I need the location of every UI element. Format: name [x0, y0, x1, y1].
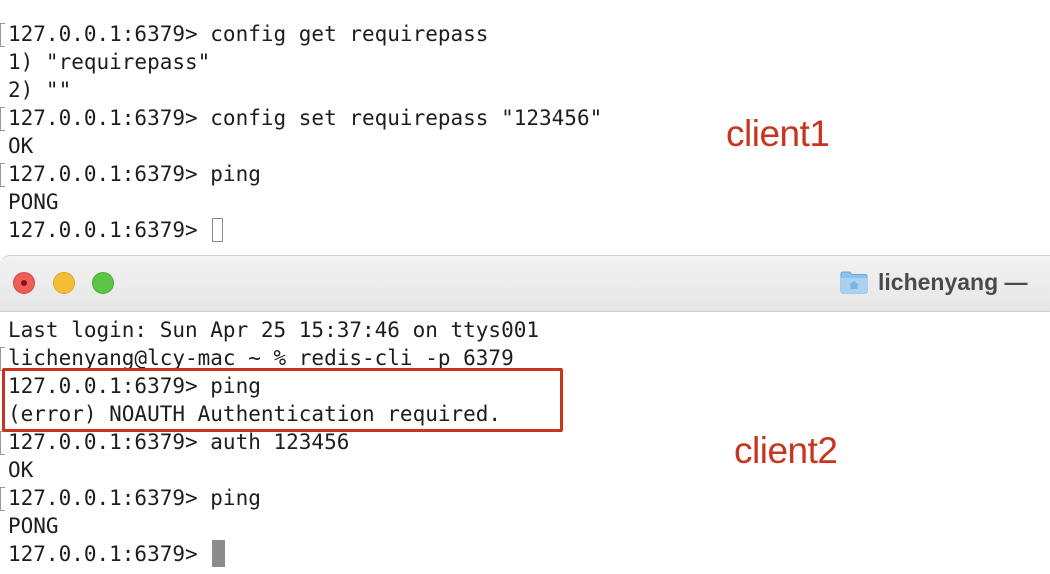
minimize-button[interactable]	[53, 272, 75, 294]
terminal-line: 127.0.0.1:6379> auth 123456	[8, 430, 350, 454]
mark-bracket	[0, 431, 5, 455]
terminal-prompt-line: 127.0.0.1:6379>	[8, 216, 224, 244]
close-dot-icon	[21, 280, 27, 286]
terminal-line: OK	[8, 134, 34, 158]
terminal-line: Last login: Sun Apr 25 15:37:46 on ttys0…	[8, 318, 540, 342]
client2-label: client2	[734, 430, 838, 471]
terminal-line: 127.0.0.1:6379> config set requirepass "…	[8, 106, 603, 130]
folder-icon	[840, 271, 868, 294]
terminal-line: OK	[8, 458, 34, 482]
terminal-line: PONG	[8, 514, 59, 538]
client1-label: client1	[726, 113, 830, 154]
terminal-line: 127.0.0.1:6379> ping	[8, 486, 261, 510]
terminal-line: 127.0.0.1:6379> config get requirepass	[8, 22, 489, 46]
terminal-prompt-line: 127.0.0.1:6379>	[8, 540, 226, 568]
prompt-text: 127.0.0.1:6379>	[8, 218, 211, 242]
prompt-text: 127.0.0.1:6379>	[8, 542, 211, 566]
text-cursor	[212, 218, 224, 242]
terminal-line: 1) "requirepass"	[8, 50, 211, 74]
window-title-text: lichenyang —	[878, 268, 1028, 295]
close-button[interactable]	[13, 272, 35, 294]
terminal-line: PONG	[8, 190, 59, 214]
terminal-line: 127.0.0.1:6379> ping	[8, 162, 261, 186]
terminal-line: 2) ""	[8, 78, 72, 102]
mark-bracket	[0, 487, 5, 511]
window-title: lichenyang —	[840, 266, 1028, 298]
mark-bracket	[0, 23, 5, 47]
mark-bracket	[0, 163, 5, 187]
mark-bracket	[0, 107, 5, 131]
text-cursor	[212, 540, 226, 567]
screenshot-root: 127.0.0.1:6379> config get requirepass 1…	[0, 0, 1050, 574]
zoom-button[interactable]	[92, 272, 114, 294]
error-highlight-box	[2, 368, 563, 432]
